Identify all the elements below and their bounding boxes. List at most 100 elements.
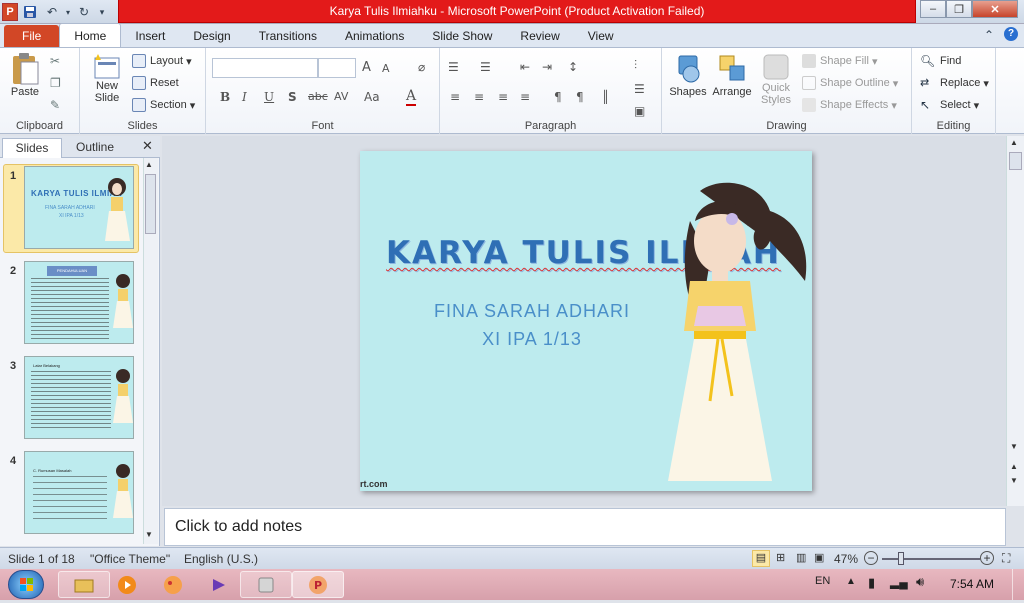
tab-transitions[interactable]: Transitions bbox=[245, 25, 331, 47]
current-slide[interactable]: KARYA TULIS ILMIAH FINA SARAH ADHARI XI … bbox=[360, 151, 812, 491]
slide-subtitle-2[interactable]: XI IPA 1/13 bbox=[432, 329, 632, 350]
find-button[interactable]: 🔍︎ Find bbox=[920, 54, 961, 68]
battery-icon[interactable]: ▮ bbox=[868, 575, 875, 591]
tab-file[interactable]: File bbox=[4, 25, 60, 47]
save-icon[interactable] bbox=[20, 2, 40, 22]
section-button[interactable]: Section ▾ bbox=[132, 98, 195, 112]
copy-icon[interactable]: ❐ bbox=[50, 76, 68, 90]
powerpoint-app-icon[interactable]: P bbox=[2, 3, 18, 21]
tab-outline-pane[interactable]: Outline bbox=[64, 138, 126, 158]
layout-button[interactable]: Layout ▾ bbox=[132, 54, 192, 68]
align-center-icon[interactable]: ≡ bbox=[474, 90, 484, 104]
previous-slide-icon[interactable]: ▲ bbox=[1010, 462, 1018, 471]
clear-formatting-icon[interactable]: ⌀ bbox=[418, 60, 425, 74]
fit-to-window-icon[interactable]: ⛶ bbox=[1002, 551, 1010, 566]
font-color-button[interactable]: A bbox=[406, 88, 417, 106]
font-size-combo[interactable] bbox=[318, 58, 356, 78]
format-painter-icon[interactable]: ✎ bbox=[50, 98, 68, 112]
reset-button[interactable]: Reset bbox=[132, 76, 179, 90]
taskbar-paint-icon[interactable] bbox=[158, 571, 188, 598]
taskbar-explorer-icon[interactable] bbox=[58, 571, 110, 598]
slide-thumbnail-2[interactable]: 2 PENDAHULUAN bbox=[0, 259, 142, 351]
scroll-up-arrow-icon[interactable]: ▲ bbox=[145, 160, 153, 169]
new-slide-button[interactable]: New Slide bbox=[88, 52, 126, 104]
text-direction-icon[interactable]: ⫶ bbox=[634, 58, 637, 73]
numbering-icon[interactable]: ☰ bbox=[480, 60, 491, 74]
language-indicator[interactable]: English (U.S.) bbox=[184, 552, 258, 566]
arrange-button[interactable]: Arrange bbox=[710, 52, 754, 98]
replace-button[interactable]: ⇄ Replace ▾ bbox=[920, 76, 989, 90]
quick-styles-button[interactable]: Quick Styles bbox=[756, 52, 796, 106]
taskbar-powerpoint-icon[interactable]: P bbox=[292, 571, 344, 598]
close-button[interactable]: ✕ bbox=[972, 0, 1018, 18]
scroll-down-arrow-icon[interactable]: ▼ bbox=[1010, 442, 1018, 451]
zoom-slider-thumb[interactable] bbox=[898, 552, 904, 565]
clock-time[interactable]: 7:54 AM bbox=[950, 577, 994, 591]
reading-view-icon[interactable]: ▥ bbox=[796, 551, 806, 564]
slide-sorter-icon[interactable]: ⊞ bbox=[776, 551, 785, 564]
show-hidden-icons-icon[interactable]: ▲ bbox=[846, 576, 856, 587]
shape-fill-button[interactable]: Shape Fill ▾ bbox=[802, 54, 878, 68]
scrollbar-thumb[interactable] bbox=[1009, 152, 1022, 170]
customize-qat-icon[interactable]: ▾ bbox=[96, 2, 108, 22]
scroll-up-arrow-icon[interactable]: ▲ bbox=[1010, 138, 1018, 147]
bullets-icon[interactable]: ☰ bbox=[448, 60, 459, 74]
slides-pane-scrollbar[interactable]: ▲ ▼ bbox=[143, 158, 158, 544]
slide-subtitle-1[interactable]: FINA SARAH ADHARI bbox=[432, 301, 632, 322]
underline-button[interactable]: U bbox=[264, 90, 274, 104]
editor-scrollbar[interactable]: ▲ ▼ ▲ ▼ bbox=[1006, 136, 1024, 506]
justify-icon[interactable]: ≡ bbox=[520, 90, 530, 104]
input-language[interactable]: EN bbox=[815, 575, 830, 587]
minimize-ribbon-icon[interactable]: ⌃ bbox=[984, 28, 994, 42]
increase-indent-icon[interactable]: ⇥ bbox=[542, 60, 552, 74]
shape-outline-button[interactable]: Shape Outline ▾ bbox=[802, 76, 898, 90]
tab-slide-show[interactable]: Slide Show bbox=[418, 25, 506, 47]
select-button[interactable]: ↖ Select ▾ bbox=[920, 98, 979, 112]
tab-animations[interactable]: Animations bbox=[331, 25, 418, 47]
undo-dropdown-icon[interactable]: ▾ bbox=[64, 2, 72, 22]
scroll-down-arrow-icon[interactable]: ▼ bbox=[145, 530, 153, 539]
bold-button[interactable]: B bbox=[220, 90, 230, 104]
rtl-icon[interactable]: ¶ bbox=[576, 90, 584, 104]
network-signal-icon[interactable]: ▂▄ bbox=[890, 575, 908, 589]
taskbar-app-icon[interactable] bbox=[240, 571, 292, 598]
italic-button[interactable]: I bbox=[242, 90, 247, 104]
align-text-icon[interactable]: ☰ bbox=[634, 82, 645, 96]
align-left-icon[interactable]: ≡ bbox=[450, 90, 460, 104]
notes-pane[interactable]: Click to add notes bbox=[164, 508, 1006, 546]
line-spacing-icon[interactable]: ↕ bbox=[568, 60, 578, 74]
zoom-slider-track[interactable] bbox=[882, 558, 980, 560]
cut-icon[interactable]: ✂ bbox=[50, 54, 68, 68]
tab-view[interactable]: View bbox=[574, 25, 628, 47]
volume-icon[interactable]: 🔊︎ bbox=[916, 574, 924, 590]
minimize-button[interactable]: – bbox=[920, 0, 946, 18]
tab-design[interactable]: Design bbox=[179, 25, 244, 47]
scrollbar-thumb[interactable] bbox=[145, 174, 156, 234]
start-button[interactable] bbox=[8, 570, 44, 599]
tab-home[interactable]: Home bbox=[59, 23, 122, 47]
slide-thumbnail-4[interactable]: 4 C. Rumusan Masalah bbox=[0, 449, 142, 541]
slide-thumbnail-3[interactable]: 3 Latar Belakang bbox=[0, 354, 142, 446]
tab-insert[interactable]: Insert bbox=[121, 25, 179, 47]
tab-slides-pane[interactable]: Slides bbox=[2, 138, 62, 158]
ltr-icon[interactable]: ¶ bbox=[554, 90, 562, 104]
font-name-combo[interactable] bbox=[212, 58, 318, 78]
decrease-indent-icon[interactable]: ⇤ bbox=[520, 60, 530, 74]
zoom-out-icon[interactable]: − bbox=[864, 551, 878, 565]
show-desktop-button[interactable] bbox=[1012, 569, 1024, 600]
shrink-font-icon[interactable]: A bbox=[382, 62, 390, 75]
close-pane-icon[interactable]: ✕ bbox=[142, 138, 153, 154]
smartart-icon[interactable]: ▣ bbox=[634, 104, 645, 118]
restore-button[interactable]: ❐ bbox=[946, 0, 972, 18]
next-slide-icon[interactable]: ▼ bbox=[1010, 476, 1018, 485]
character-spacing-button[interactable]: AV bbox=[334, 90, 348, 103]
columns-icon[interactable]: ║ bbox=[602, 90, 609, 104]
undo-icon[interactable]: ↶ bbox=[42, 2, 62, 22]
zoom-in-icon[interactable]: + bbox=[980, 551, 994, 565]
taskbar-media-player-icon[interactable] bbox=[112, 571, 142, 598]
strikethrough-button[interactable]: abc bbox=[308, 90, 328, 103]
help-icon[interactable]: ? bbox=[1004, 27, 1018, 41]
zoom-level[interactable]: 47% bbox=[834, 552, 858, 566]
slide-show-icon[interactable]: ▣ bbox=[814, 551, 824, 564]
normal-view-icon[interactable]: ▤ bbox=[752, 550, 770, 567]
